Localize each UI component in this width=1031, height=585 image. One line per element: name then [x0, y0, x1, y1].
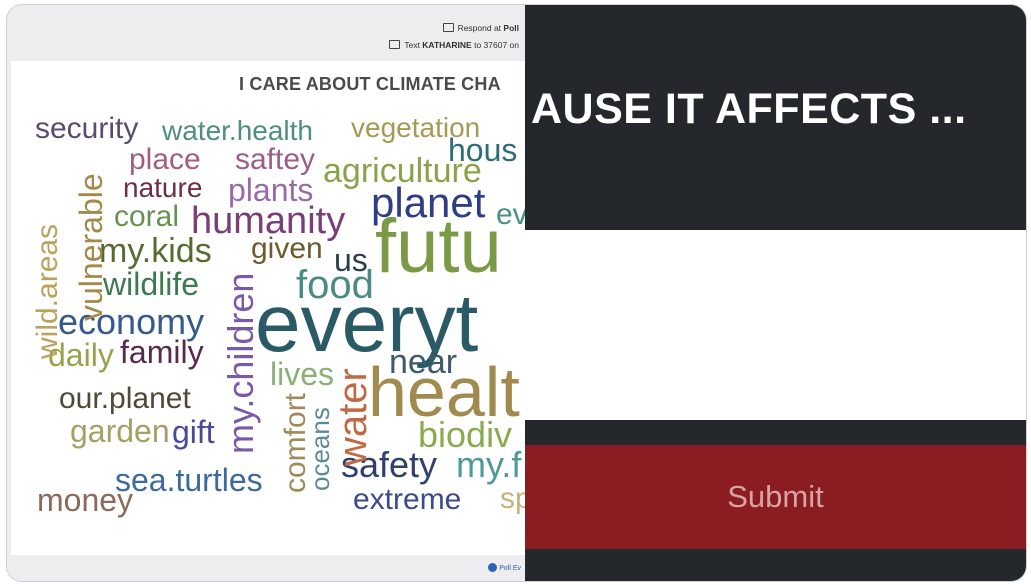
- cloud-word-wild-areas: wild.areas: [31, 223, 64, 359]
- screenshot-frame: Respond at Poll Text KATHARINE to 37607 …: [6, 4, 1027, 582]
- word-cloud-panel: Respond at Poll Text KATHARINE to 37607 …: [7, 5, 525, 581]
- cloud-word-futu: futu: [375, 204, 502, 289]
- respond-prefix: Respond at: [457, 23, 504, 33]
- cloud-word-gift: gift: [172, 414, 215, 450]
- cloud-word-my-kids: my.kids: [99, 232, 212, 270]
- monitor-icon: [442, 23, 454, 32]
- text-keyword: KATHARINE: [422, 40, 472, 50]
- cloud-word-sea-turtles: sea.turtles: [115, 462, 263, 498]
- cloud-word-lives: lives: [270, 356, 335, 392]
- cloud-word-security: security: [35, 112, 139, 145]
- text-instructions: Text KATHARINE to 37607 on: [389, 40, 519, 50]
- submit-button[interactable]: Submit: [525, 445, 1026, 549]
- cloud-word-our-planet: our.planet: [59, 382, 191, 415]
- word-cloud: security water.health vegetation hous place s…: [11, 61, 525, 555]
- cloud-word-my-f: my.f: [456, 444, 522, 485]
- cloud-word-oceans: oceans: [305, 407, 335, 491]
- response-panel: AUSE IT AFFECTS ... Submit: [525, 5, 1026, 581]
- respond-instructions: Respond at Poll: [442, 23, 519, 33]
- answer-input[interactable]: [525, 230, 1026, 420]
- cloud-word-vulnerable: vulnerable: [73, 173, 109, 321]
- cloud-word-given: given: [251, 232, 323, 265]
- poll-everywhere-logo: Poll Ev: [488, 563, 521, 572]
- cloud-word-sp: sp: [500, 482, 525, 515]
- cloud-word-garden: garden: [70, 413, 170, 449]
- cloud-word-coral: coral: [114, 200, 180, 233]
- cloud-word-nature: nature: [123, 172, 203, 203]
- cloud-word-wildlife: wildlife: [103, 266, 200, 302]
- cloud-word-water-health: water.health: [162, 115, 313, 146]
- cloud-word-money: money: [37, 482, 134, 518]
- cloud-word-extreme: extreme: [353, 483, 462, 516]
- slide-footer: Poll Ev: [7, 555, 525, 581]
- cloud-word-water: water: [331, 368, 375, 466]
- slide-header: Respond at Poll Text KATHARINE to 37607 …: [7, 5, 525, 61]
- cloud-word-my-children: my.children: [220, 272, 261, 454]
- message-icon: [389, 40, 401, 49]
- cloud-word-place: place: [129, 143, 201, 176]
- respond-site: Poll: [503, 23, 519, 33]
- cloud-word-family: family: [120, 334, 204, 370]
- slide-canvas: I CARE ABOUT CLIMATE CHA security water.h…: [11, 61, 525, 555]
- text-prefix: Text: [404, 40, 423, 50]
- cloud-word-saftey: saftey: [235, 143, 316, 176]
- question-text: AUSE IT AFFECTS ...: [531, 85, 967, 133]
- submit-label: Submit: [727, 479, 824, 514]
- text-number: to 37607 on: [471, 40, 519, 50]
